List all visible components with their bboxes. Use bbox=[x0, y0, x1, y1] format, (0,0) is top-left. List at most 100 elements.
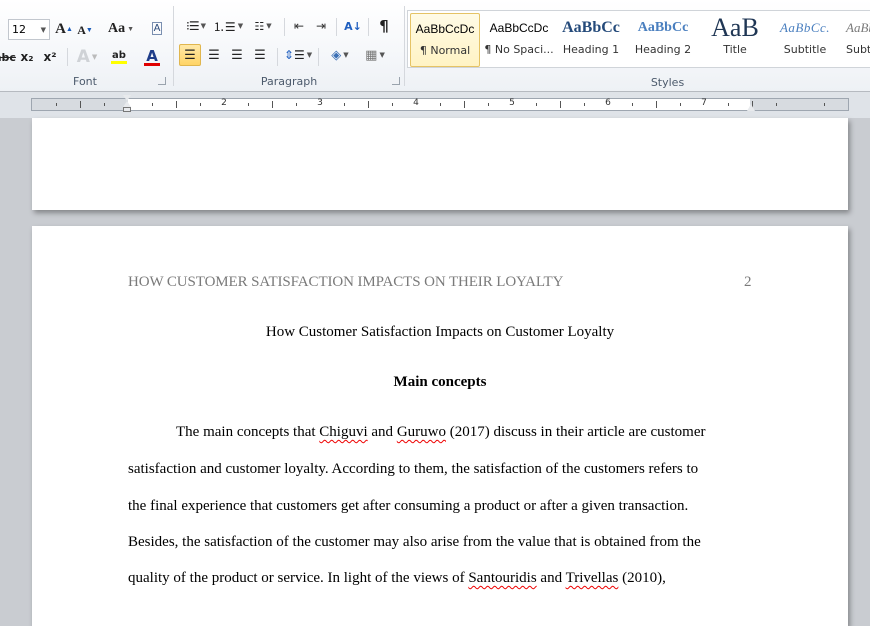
highlight-button[interactable]: ab bbox=[104, 46, 134, 68]
bullet-list-icon: ⁝☰ bbox=[186, 19, 200, 33]
shading-button[interactable]: ◈ ▼ bbox=[324, 44, 356, 66]
line-spacing-icon: ⇕☰ bbox=[283, 48, 305, 62]
align-left-icon: ☰ bbox=[184, 47, 196, 63]
body-line: the final experience that customers get … bbox=[128, 498, 689, 514]
justify-button[interactable]: ☰ bbox=[250, 44, 270, 66]
numbered-list-icon: ⒈☰ bbox=[212, 19, 236, 34]
font-size-value: 12 bbox=[12, 23, 26, 36]
horizontal-ruler[interactable]: 2 3 4 5 6 7 bbox=[31, 98, 849, 111]
font-color-button[interactable]: A bbox=[138, 46, 166, 68]
font-group-label: Font bbox=[73, 75, 97, 88]
style-name: Subtle Em... bbox=[846, 43, 870, 56]
subscript-icon: x₂ bbox=[20, 50, 34, 64]
font-size-combobox[interactable]: 12 ▼ bbox=[8, 19, 50, 40]
decrease-indent-button[interactable]: ⇤ bbox=[290, 15, 308, 37]
strikethrough-icon: abc bbox=[0, 50, 16, 64]
paragraph-group: ⁝☰ ▼ ⒈☰ ▼ ☷ ▼ ⇤ ⇥ A↓ ¶ ☰ ☰ ☰ ☰ ⇕☰ ▼ ◈ ▼ ▦ ▼ Pa… bbox=[174, 4, 404, 90]
line-spacing-button[interactable]: ⇕☰ ▼ bbox=[284, 44, 312, 66]
align-center-button[interactable]: ☰ bbox=[204, 44, 224, 66]
ruler-tick bbox=[296, 103, 297, 106]
ruler-tick bbox=[536, 103, 537, 106]
grow-font-button[interactable]: A ▲ bbox=[55, 18, 73, 40]
text-effects-icon: A bbox=[76, 47, 90, 67]
increase-indent-button[interactable]: ⇥ bbox=[312, 15, 330, 37]
ruler-tick bbox=[488, 103, 489, 106]
ruler-tick bbox=[104, 103, 105, 106]
misspelled-word[interactable]: Guruwo bbox=[397, 424, 446, 440]
body-line: Besides, the satisfaction of the custome… bbox=[128, 534, 701, 550]
superscript-button[interactable]: x² bbox=[42, 46, 58, 68]
ruler-number: 3 bbox=[317, 98, 323, 108]
pilcrow-icon: ¶ bbox=[379, 17, 389, 35]
numbering-button[interactable]: ⒈☰ ▼ bbox=[212, 15, 243, 37]
ruler-tick bbox=[176, 101, 177, 108]
increase-indent-icon: ⇥ bbox=[315, 19, 327, 33]
style-preview: AaBbCcDc bbox=[489, 21, 549, 35]
multilevel-list-icon: ☷ bbox=[254, 19, 265, 33]
sort-icon: A↓ bbox=[344, 19, 362, 33]
style-heading-1[interactable]: AaBbCc Heading 1 bbox=[556, 13, 626, 67]
clear-formatting-button[interactable]: A bbox=[148, 17, 166, 39]
style-no-spacing[interactable]: AaBbCcDc ¶ No Spaci... bbox=[484, 13, 554, 67]
paragraph-group-label: Paragraph bbox=[260, 75, 318, 88]
dialog-launcher-icon[interactable] bbox=[158, 77, 166, 85]
text-effects-button[interactable]: A ▼ bbox=[74, 46, 100, 68]
align-center-icon: ☰ bbox=[208, 47, 220, 63]
ruler-tick bbox=[248, 103, 249, 106]
page-2[interactable]: HOW CUSTOMER SATISFACTION IMPACTS ON THE… bbox=[32, 226, 848, 626]
ruler-tick bbox=[824, 103, 825, 106]
style-preview: AaBbCcDc bbox=[415, 22, 475, 36]
divider bbox=[336, 18, 337, 36]
misspelled-word[interactable]: Trivellas bbox=[566, 570, 619, 586]
ribbon: 12 ▼ A▲ A▼ Aa▼ A abc x₂ x² A▼ ab A Font … bbox=[0, 0, 870, 92]
borders-button[interactable]: ▦ ▼ bbox=[360, 44, 390, 66]
ruler-tick bbox=[560, 101, 561, 108]
dialog-launcher-icon[interactable] bbox=[392, 77, 400, 85]
align-right-icon: ☰ bbox=[231, 47, 243, 63]
decrease-indent-icon: ⇤ bbox=[293, 19, 305, 33]
show-formatting-marks-button[interactable]: ¶ bbox=[374, 15, 394, 37]
ruler-tick bbox=[200, 103, 201, 106]
change-case-button[interactable]: Aa ▼ bbox=[108, 18, 134, 40]
divider bbox=[277, 48, 278, 66]
shrink-font-icon: A bbox=[77, 22, 86, 37]
ruler-tick bbox=[584, 103, 585, 106]
divider bbox=[284, 18, 285, 36]
style-name: Heading 2 bbox=[634, 43, 692, 56]
subscript-button[interactable]: x₂ bbox=[19, 46, 35, 68]
right-margin-area bbox=[750, 99, 848, 110]
style-preview: AaBbCc bbox=[637, 20, 689, 35]
ruler-tick bbox=[344, 103, 345, 106]
style-name: ¶ No Spaci... bbox=[484, 43, 554, 56]
strikethrough-button[interactable]: abc bbox=[0, 46, 16, 68]
bullets-button[interactable]: ⁝☰ ▼ bbox=[182, 15, 210, 37]
style-name: Title bbox=[723, 43, 747, 56]
style-subtle-emphasis[interactable]: AaBbCcDc Subtle Em... bbox=[840, 13, 870, 67]
align-left-button[interactable]: ☰ bbox=[179, 44, 201, 66]
shrink-font-button[interactable]: A ▼ bbox=[77, 19, 93, 41]
font-color-bar bbox=[144, 62, 160, 66]
ruler-tick bbox=[728, 103, 729, 106]
style-heading-2[interactable]: AaBbCc Heading 2 bbox=[628, 13, 698, 67]
align-right-button[interactable]: ☰ bbox=[227, 44, 247, 66]
misspelled-word[interactable]: Santouridis bbox=[468, 570, 536, 586]
style-preview: AaBbCc. bbox=[779, 20, 831, 35]
divider bbox=[368, 18, 369, 36]
sort-button[interactable]: A↓ bbox=[342, 15, 364, 37]
document-title: How Customer Satisfaction Impacts on Cus… bbox=[265, 324, 615, 340]
superscript-icon: x² bbox=[43, 50, 57, 64]
right-indent-marker[interactable] bbox=[747, 104, 755, 111]
style-normal[interactable]: AaBbCcDc ¶ Normal bbox=[410, 13, 480, 67]
ruler-tick bbox=[56, 103, 57, 106]
divider bbox=[67, 48, 68, 66]
misspelled-word[interactable]: Chiguvi bbox=[319, 424, 367, 440]
style-subtitle[interactable]: AaBbCc. Subtitle bbox=[770, 13, 840, 67]
multilevel-list-button[interactable]: ☷ ▼ bbox=[248, 15, 278, 37]
chevron-down-icon: ▼ bbox=[40, 25, 46, 34]
indent-marker[interactable] bbox=[123, 95, 132, 115]
body-line: quality of the product or service. In li… bbox=[128, 570, 666, 586]
body-line: satisfaction and customer loyalty. Accor… bbox=[128, 461, 699, 477]
group-divider bbox=[404, 6, 405, 86]
ruler-number: 5 bbox=[509, 98, 515, 108]
style-title[interactable]: AaB Title bbox=[700, 13, 770, 67]
